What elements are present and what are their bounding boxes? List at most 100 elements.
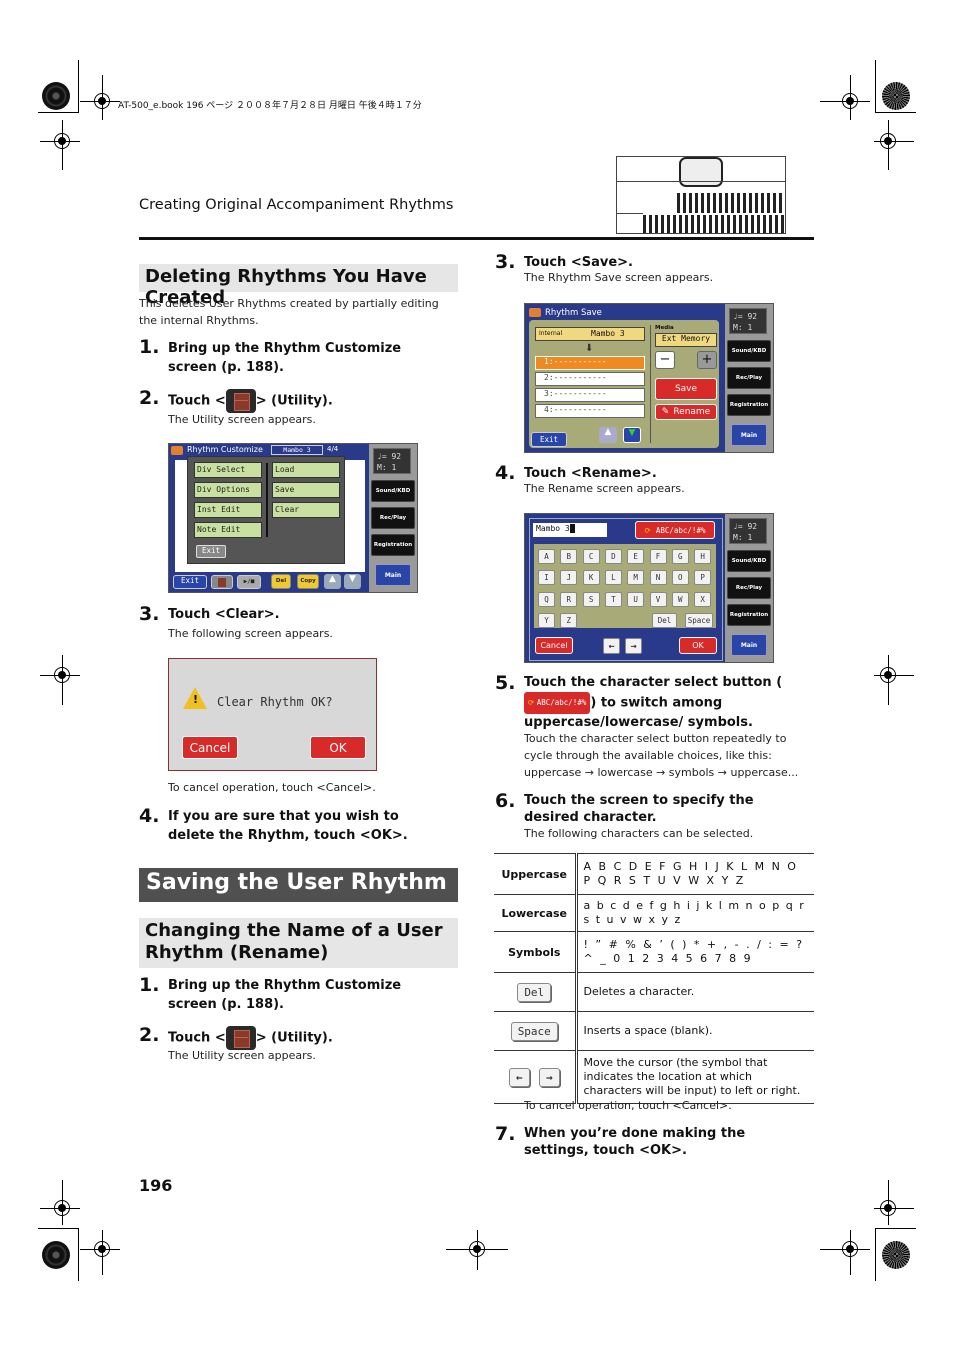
tempo-display: ♩= 92 M: 1 [729,308,767,334]
play-stop-button[interactable]: ▶/■ [237,575,261,589]
cancel-button[interactable]: Cancel [182,736,238,759]
step-sub: The Utility screen appears. [168,1049,316,1062]
del-button[interactable]: Del [271,574,291,589]
key-t[interactable]: T [604,591,622,607]
row-value: ! ” # % & ’ ( ) * + , - . / : = ? ^ _ 0 … [576,931,814,973]
cancel-button[interactable]: Cancel [535,637,573,654]
key-s[interactable]: S [582,591,600,607]
sound-kbd-button[interactable]: Sound/KBD [727,550,771,572]
key-m[interactable]: M [627,570,645,586]
key-n[interactable]: N [649,570,667,586]
up-button[interactable]: ▲ [324,574,341,589]
utility-button[interactable] [211,575,233,589]
media-select[interactable]: Ext Memory [655,333,717,347]
sound-kbd-button[interactable]: Sound/KBD [371,480,415,502]
key-p[interactable]: P [694,570,712,586]
name-input[interactable]: Mambo 3 [533,523,607,537]
source-label: Internal [539,330,563,337]
inst-edit-button[interactable]: Inst Edit [194,502,262,518]
step-sub: The Rhythm Save screen appears. [524,271,714,284]
row-label: Symbols [494,931,578,973]
div-select-button[interactable]: Div Select [194,462,262,478]
screen-title: Rhythm Customize [187,445,263,454]
char-select-button[interactable]: ⟳ ABC/abc/!#% [635,521,715,539]
cursor-left-button[interactable]: ← [603,638,620,654]
cursor-right-button[interactable]: → [625,638,642,654]
popup-exit-button[interactable]: Exit [196,545,226,558]
copy-button[interactable]: Copy [297,574,319,589]
key-z[interactable]: Z [560,612,578,628]
main-button[interactable]: Main [731,424,767,446]
del-key[interactable]: Del [652,613,677,628]
main-button[interactable]: Main [375,564,411,586]
ok-button[interactable]: OK [310,736,366,759]
header-rule [139,237,814,240]
slot-1[interactable]: 1:----------- [535,356,645,370]
key-e[interactable]: E [627,549,645,564]
key-v[interactable]: V [649,591,667,607]
key-r[interactable]: R [560,591,578,607]
space-key[interactable]: Space [685,613,713,628]
up-button[interactable]: ▲ [599,427,617,443]
exit-button[interactable]: Exit [173,575,207,589]
key-i[interactable]: I [538,570,555,586]
plus-button[interactable]: + [697,351,717,369]
save-button[interactable]: Save [655,378,717,400]
step-number: 1. [139,336,160,358]
row-label: Uppercase [494,853,578,895]
step-text-after: > (Utility). [255,393,333,409]
rec-play-button[interactable]: Rec/Play [727,367,771,389]
down-button[interactable]: ▼ [623,427,641,443]
row-desc: Deletes a character. [576,972,814,1012]
key-w[interactable]: W [671,591,689,607]
key-c[interactable]: C [582,549,600,564]
key-x[interactable]: X [694,591,712,607]
right-arrow-sample: → [539,1067,560,1087]
key-y[interactable]: Y [538,612,555,628]
rename-button[interactable]: ✎ Rename [655,404,717,420]
key-o[interactable]: O [671,570,689,586]
key-k[interactable]: K [582,570,600,586]
main-button[interactable]: Main [731,634,767,656]
keyboard-diagram [616,156,786,234]
section-intro: This deletes User Rhythms created by par… [139,297,439,327]
sound-kbd-button[interactable]: Sound/KBD [727,340,771,362]
slot-3[interactable]: 3:----------- [535,388,645,402]
page-number: 196 [139,1176,173,1195]
rec-play-button[interactable]: Rec/Play [371,507,415,529]
step-text: Touch < > (Utility). [168,389,333,413]
down-button[interactable]: ▼ [344,574,361,589]
key-f[interactable]: F [649,549,667,564]
key-u[interactable]: U [627,591,645,607]
clear-button[interactable]: Clear [272,502,340,518]
cancel-note: To cancel operation, touch <Cancel>. [168,781,376,794]
key-l[interactable]: L [604,570,622,586]
key-j[interactable]: J [560,570,578,586]
step-sub: Touch the character select button repeat… [524,732,799,779]
step-number: 3. [139,603,160,625]
registration-button[interactable]: Registration [727,394,771,416]
minus-button[interactable]: − [655,351,675,369]
div-options-button[interactable]: Div Options [194,482,262,498]
dialog-message: Clear Rhythm OK? [217,695,333,709]
slot-4[interactable]: 4:----------- [535,404,645,418]
rec-play-button[interactable]: Rec/Play [727,577,771,599]
key-a[interactable]: A [538,549,555,564]
step-sub: The Rename screen appears. [524,482,685,495]
ok-button[interactable]: OK [679,637,717,654]
step-text: Touch the screen to specify the desired … [524,793,754,825]
registration-button[interactable]: Registration [371,534,415,556]
key-g[interactable]: G [671,549,689,564]
save-button[interactable]: Save [272,482,340,498]
key-h[interactable]: H [694,549,712,564]
slot-2[interactable]: 2:----------- [535,372,645,386]
note-edit-button[interactable]: Note Edit [194,522,262,538]
key-q[interactable]: Q [538,591,555,607]
exit-button[interactable]: Exit [531,432,567,447]
key-d[interactable]: D [604,549,622,564]
registration-button[interactable]: Registration [727,604,771,626]
load-button[interactable]: Load [272,462,340,478]
key-b[interactable]: B [560,549,578,564]
meter: 4/4 [327,445,339,453]
table-row: Uppercase A B C D E F G H I J K L M N O … [494,853,814,895]
